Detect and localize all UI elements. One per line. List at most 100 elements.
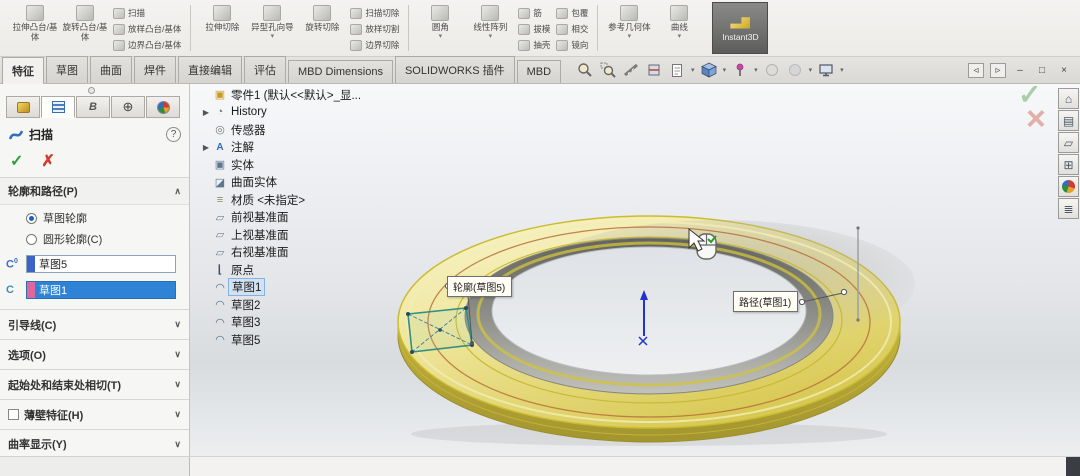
chevron-down-icon[interactable]: ∨ (174, 379, 181, 390)
home-icon[interactable]: ⌂ (1058, 88, 1079, 109)
tree-item-surface-bodies[interactable]: ◪ 曲面实体 (200, 174, 395, 192)
swept-cut-button[interactable]: 扫描切除 (347, 5, 402, 21)
dropdown-arrow-icon[interactable]: ▾ (754, 66, 758, 74)
tab-weldments[interactable]: 焊件 (134, 56, 176, 83)
guide-curves-section[interactable]: 引导线(C) ∨ (0, 309, 189, 339)
shell-button[interactable]: 抽壳 (515, 37, 553, 53)
lofted-boss-button[interactable]: 放样凸台/基体 (110, 21, 184, 37)
boundary-boss-button[interactable]: 边界凸台/基体 (110, 37, 184, 53)
linear-pattern-button[interactable]: 线性阵列 ▾ (465, 2, 515, 54)
pane-previous-button[interactable]: ◃ (968, 63, 984, 78)
display-manager-tab[interactable] (146, 96, 180, 118)
tab-surfaces[interactable]: 曲面 (90, 56, 132, 83)
design-library-icon[interactable]: ▤ (1058, 110, 1079, 131)
pin-icon[interactable] (730, 60, 750, 80)
profile-selection-field[interactable]: 草图5 (26, 255, 176, 273)
intersect-button[interactable]: 相交 (553, 21, 591, 37)
restore-button[interactable]: □ (1034, 63, 1050, 78)
scene-sphere-icon[interactable] (785, 60, 805, 80)
ok-button[interactable]: ✓ (10, 151, 23, 171)
lofted-cut-button[interactable]: 放样切割 (347, 21, 402, 37)
tab-direct-editing[interactable]: 直接编辑 (178, 56, 242, 83)
radio-button[interactable] (26, 234, 37, 245)
tree-item-material[interactable]: ≡ 材质 <未指定> (200, 191, 395, 209)
circular-profile-radio-row[interactable]: 圆形轮廓(C) (26, 231, 189, 247)
view-palette-icon[interactable]: ⊞ (1058, 154, 1079, 175)
revolved-cut-button[interactable]: 旋转切除 (297, 2, 347, 54)
ring-model[interactable] (398, 216, 915, 446)
expand-arrow-icon[interactable]: ▶ (200, 143, 212, 152)
tree-item-part[interactable]: ▣ 零件1 (默认<<默认>_显... (200, 86, 395, 104)
panel-splitter-handle[interactable] (88, 87, 95, 94)
dropdown-arrow-icon[interactable]: ▾ (271, 33, 275, 40)
curves-button[interactable]: 曲线 ▾ (654, 2, 704, 54)
cancel-button[interactable]: ✗ (41, 151, 54, 171)
tree-item-sketch5[interactable]: ◠ 草图5 (200, 331, 395, 349)
extruded-cut-button[interactable]: 拉伸切除 (197, 2, 247, 54)
tree-item-sensors[interactable]: ◎ 传感器 (200, 121, 395, 139)
appearance-sphere-icon[interactable] (762, 60, 782, 80)
tab-features[interactable]: 特征 (2, 57, 44, 84)
rib-button[interactable]: 筋 (515, 5, 553, 21)
zoom-area-icon[interactable] (598, 60, 618, 80)
wrap-button[interactable]: 包覆 (553, 5, 591, 21)
appearances-icon[interactable] (1058, 176, 1079, 197)
hole-wizard-button[interactable]: 异型孔向导 ▾ (247, 2, 297, 54)
chevron-down-icon[interactable]: ∨ (174, 409, 181, 420)
help-icon[interactable]: ? (166, 127, 181, 142)
tab-sketch[interactable]: 草图 (46, 56, 88, 83)
path-selection-field[interactable]: 草图1 (26, 281, 176, 299)
tree-item-right-plane[interactable]: ▱ 右视基准面 (200, 244, 395, 262)
start-end-tangency-section[interactable]: 起始处和结束处相切(T) ∨ (0, 369, 189, 399)
dropdown-arrow-icon[interactable]: ▾ (723, 66, 727, 74)
tab-solidworks-addins[interactable]: SOLIDWORKS 插件 (395, 56, 515, 83)
confirmation-cancel-icon[interactable]: × (1026, 100, 1046, 139)
dropdown-arrow-icon[interactable]: ▾ (489, 33, 493, 40)
dropdown-arrow-icon[interactable]: ▾ (678, 33, 682, 40)
section-view-icon[interactable] (644, 60, 664, 80)
measure-icon[interactable] (621, 60, 641, 80)
options-section[interactable]: 选项(O) ∨ (0, 339, 189, 369)
revolved-boss-button[interactable]: 旋转凸台/基体 (60, 2, 110, 54)
draft-button[interactable]: 拔模 (515, 21, 553, 37)
configuration-manager-tab[interactable]: B (76, 96, 110, 118)
tree-item-origin[interactable]: ⌊ 原点 (200, 261, 395, 279)
property-manager-tab[interactable] (41, 96, 75, 118)
tree-item-sketch1[interactable]: ◠ 草图1 (200, 279, 395, 297)
thin-feature-section[interactable]: 薄壁特征(H) ∨ (0, 399, 189, 429)
tab-evaluate[interactable]: 评估 (244, 56, 286, 83)
chevron-down-icon[interactable]: ∨ (174, 439, 181, 450)
boundary-cut-button[interactable]: 边界切除 (347, 37, 402, 53)
chevron-down-icon[interactable]: ∨ (174, 349, 181, 360)
tree-item-solid-bodies[interactable]: ▣ 实体 (200, 156, 395, 174)
feature-manager-tab[interactable] (6, 96, 40, 118)
profile-callout[interactable]: 轮廓(草图5) (447, 276, 512, 297)
tree-item-sketch2[interactable]: ◠ 草图2 (200, 296, 395, 314)
tab-mbd[interactable]: MBD (517, 60, 561, 83)
pane-next-button[interactable]: ▹ (990, 63, 1006, 78)
path-callout[interactable]: 路径(草图1) (733, 291, 798, 312)
dropdown-arrow-icon[interactable]: ▾ (439, 33, 443, 40)
tree-item-sketch3[interactable]: ◠ 草图3 (200, 314, 395, 332)
chevron-down-icon[interactable]: ∨ (174, 319, 181, 330)
instant3d-button[interactable]: Instant3D (712, 2, 768, 54)
tree-item-front-plane[interactable]: ▱ 前视基准面 (200, 209, 395, 227)
radio-button[interactable] (26, 213, 37, 224)
dropdown-arrow-icon[interactable]: ▾ (809, 66, 813, 74)
thin-feature-checkbox[interactable] (8, 409, 19, 420)
tree-item-history[interactable]: ▶ ◔ History (200, 104, 395, 122)
close-button[interactable]: × (1056, 63, 1072, 78)
reference-geometry-button[interactable]: 参考几何体 ▾ (604, 2, 654, 54)
tab-mbd-dimensions[interactable]: MBD Dimensions (288, 60, 393, 83)
dropdown-arrow-icon[interactable]: ▾ (691, 66, 695, 74)
dropdown-arrow-icon[interactable]: ▾ (840, 66, 844, 74)
sketch-profile-radio-row[interactable]: 草图轮廓 (26, 210, 189, 226)
minimize-button[interactable]: – (1012, 63, 1028, 78)
dimxpert-manager-tab[interactable]: ⊕ (111, 96, 145, 118)
view-settings-cube-icon[interactable] (699, 60, 719, 80)
fillet-button[interactable]: 圆角 ▾ (415, 2, 465, 54)
tree-item-annotations[interactable]: ▶ A 注解 (200, 139, 395, 157)
chevron-up-icon[interactable]: ∧ (174, 186, 181, 197)
tree-item-top-plane[interactable]: ▱ 上视基准面 (200, 226, 395, 244)
curvature-display-section[interactable]: 曲率显示(Y) ∨ (0, 429, 189, 459)
